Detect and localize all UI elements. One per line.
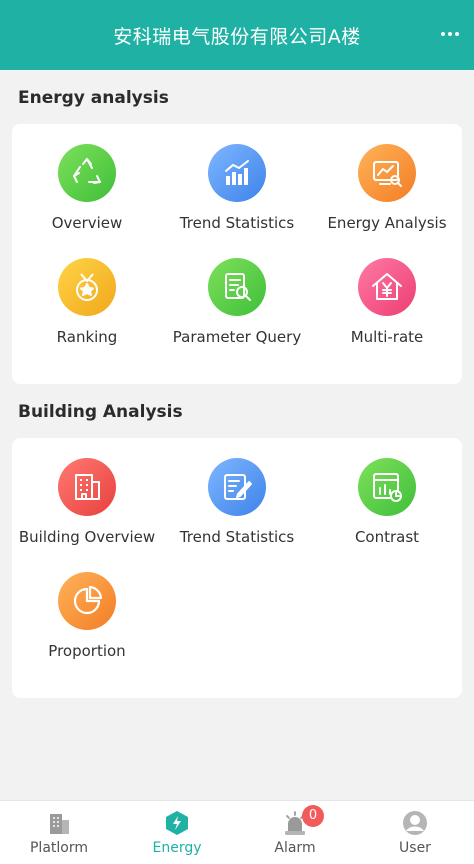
building-tab-icon <box>50 814 69 834</box>
tab-label: Alarm <box>274 840 316 856</box>
app-header: 安科瑞电气股份有限公司A楼 <box>0 0 474 70</box>
medal-icon <box>58 258 116 316</box>
alarm-count-badge: 0 <box>302 805 324 827</box>
tab-user[interactable]: User <box>356 809 474 856</box>
energy-hexagon-icon <box>166 811 188 835</box>
tab-alarm[interactable]: 0 Alarm <box>236 805 354 856</box>
recycle-icon <box>58 144 116 202</box>
grid-item-label: Energy Analysis <box>327 214 447 232</box>
tab-label: Energy <box>152 840 202 856</box>
grid-item-parameter-query[interactable]: Parameter Query <box>162 258 312 346</box>
grid-item-proportion[interactable]: Proportion <box>12 572 162 660</box>
grid-item-ranking[interactable]: Ranking <box>12 258 162 346</box>
grid-item-label: Overview <box>51 214 123 232</box>
grid-item-label: Parameter Query <box>172 328 302 346</box>
edit-document-icon <box>208 458 266 516</box>
grid-item-multi-rate[interactable]: Multi-rate <box>312 258 462 346</box>
page-title: 安科瑞电气股份有限公司A楼 <box>113 26 361 48</box>
bottom-tab-bar: Platlorm Energy 0 Alarm User <box>0 800 474 864</box>
window-chart-icon <box>358 458 416 516</box>
tab-platform[interactable]: Platlorm <box>0 809 118 856</box>
grid-item-label: Contrast <box>354 528 420 546</box>
grid-item-energy-analysis[interactable]: Energy Analysis <box>312 144 462 232</box>
grid-item-label: Trend Statistics <box>179 214 295 232</box>
building-icon <box>58 458 116 516</box>
house-yen-icon <box>358 258 416 316</box>
grid-item-label: Building Overview <box>18 528 156 546</box>
more-dots-icon[interactable] <box>436 24 464 44</box>
grid-item-trend-statistics-building[interactable]: Trend Statistics <box>162 458 312 546</box>
grid-item-label: Multi-rate <box>350 328 424 346</box>
bar-trend-icon <box>208 144 266 202</box>
grid-item-label: Trend Statistics <box>179 528 295 546</box>
building-analysis-card: Building Overview Trend Statistics Contr… <box>12 438 462 698</box>
monitor-chart-icon <box>358 144 416 202</box>
grid-item-contrast[interactable]: Contrast <box>312 458 462 546</box>
section-title-building-analysis: Building Analysis <box>18 402 183 422</box>
pie-chart-icon <box>58 572 116 630</box>
grid-item-label: Proportion <box>48 642 126 660</box>
grid-item-label: Ranking <box>56 328 118 346</box>
tab-label: User <box>399 840 431 856</box>
section-title-energy-analysis: Energy analysis <box>18 88 169 108</box>
tab-label: Platlorm <box>29 840 88 856</box>
energy-analysis-card: Overview Trend Statistics Energy Analysi… <box>12 124 462 384</box>
document-search-icon <box>208 258 266 316</box>
user-icon <box>403 811 427 835</box>
grid-item-building-overview[interactable]: Building Overview <box>12 458 162 546</box>
grid-item-overview[interactable]: Overview <box>12 144 162 232</box>
tab-energy[interactable]: Energy <box>118 809 236 856</box>
grid-item-trend-statistics[interactable]: Trend Statistics <box>162 144 312 232</box>
